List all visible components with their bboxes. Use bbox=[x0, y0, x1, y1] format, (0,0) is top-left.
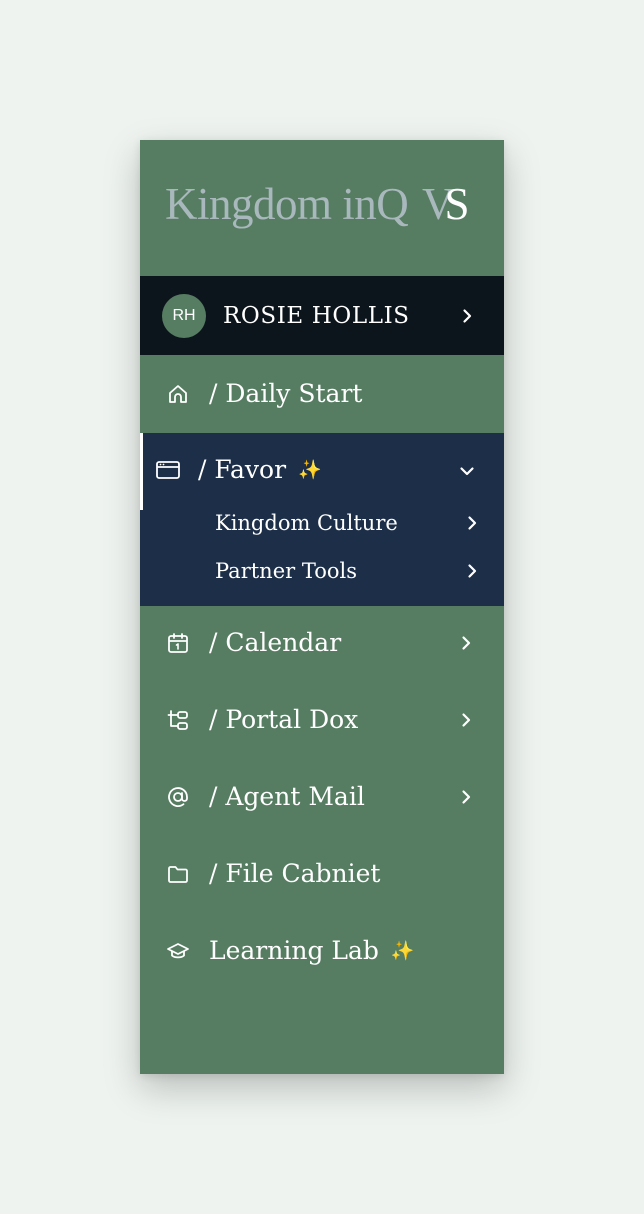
subnav-label: Kingdom Culture bbox=[215, 511, 398, 535]
subnav-item-kingdom-culture[interactable]: Kingdom Culture bbox=[140, 502, 504, 546]
nav-item-learning-lab[interactable]: Learning Lab ✨ bbox=[140, 914, 504, 991]
logo-mark: VS bbox=[422, 179, 470, 229]
subnav-label: Partner Tools bbox=[215, 559, 358, 583]
chevron-right-icon bbox=[457, 711, 475, 729]
nav-section-favor: / Favor ✨ Kingdom Culture Partner Tools bbox=[140, 433, 504, 606]
subnav-item-partner-tools[interactable]: Partner Tools bbox=[140, 550, 504, 594]
sparkle-icon: ✨ bbox=[298, 459, 322, 481]
sidebar: Kingdom inQ VS RH ROSIE HOLLIS / Daily S… bbox=[140, 140, 504, 1074]
nav-item-favor[interactable]: / Favor ✨ bbox=[140, 433, 504, 510]
nav-item-daily-start[interactable]: / Daily Start bbox=[140, 355, 504, 433]
folder-icon bbox=[166, 862, 190, 886]
nav-label-portal-dox: / Portal Dox bbox=[209, 705, 359, 734]
logo-text: Kingdom inQ bbox=[165, 179, 409, 229]
chevron-right-icon bbox=[458, 307, 476, 325]
nav-item-agent-mail[interactable]: / Agent Mail bbox=[140, 760, 504, 837]
nav-label-favor: / Favor ✨ bbox=[198, 455, 322, 484]
nav-label-learning-lab: Learning Lab ✨ bbox=[209, 936, 415, 965]
chevron-right-icon bbox=[463, 514, 481, 532]
logo[interactable]: Kingdom inQ VS bbox=[140, 140, 504, 276]
chevron-right-icon bbox=[463, 562, 481, 580]
sparkle-icon: ✨ bbox=[390, 940, 415, 962]
nav-item-calendar[interactable]: / Calendar bbox=[140, 606, 504, 683]
graduation-cap-icon bbox=[166, 939, 190, 963]
browser-window-icon bbox=[155, 458, 180, 482]
chevron-right-icon bbox=[457, 788, 475, 806]
nav-label-daily-start: / Daily Start bbox=[209, 379, 363, 408]
avatar: RH bbox=[162, 294, 206, 338]
user-profile-item[interactable]: RH ROSIE HOLLIS bbox=[140, 276, 504, 355]
nav-label-agent-mail: / Agent Mail bbox=[209, 782, 365, 811]
home-icon bbox=[166, 382, 190, 406]
nav-item-portal-dox[interactable]: / Portal Dox bbox=[140, 683, 504, 760]
nav-label-calendar: / Calendar bbox=[209, 628, 342, 657]
nav-item-file-cabinet[interactable]: / File Cabniet bbox=[140, 837, 504, 914]
chevron-right-icon bbox=[457, 634, 475, 652]
at-sign-icon bbox=[166, 785, 190, 809]
calendar-icon bbox=[166, 631, 190, 655]
tree-structure-icon bbox=[166, 708, 190, 732]
user-name: ROSIE HOLLIS bbox=[223, 303, 410, 329]
chevron-down-icon[interactable] bbox=[458, 462, 476, 480]
nav-label-file-cabinet: / File Cabniet bbox=[209, 859, 381, 888]
